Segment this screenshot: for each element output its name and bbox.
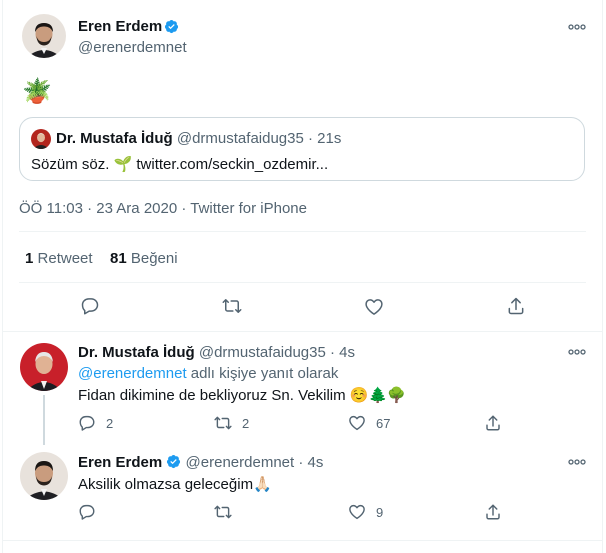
quoted-text: Sözüm söz. 🌱 twitter.com/seckin_ozdemir.…	[31, 155, 328, 173]
tweet-time[interactable]: ÖÖ 11:03	[19, 200, 83, 217]
tweet-meta: ÖÖ 11:03 · 23 Ara 2020 · Twitter for iPh…	[19, 200, 307, 217]
reply-header: Dr. Mustafa İduğ @drmustafaidug35 · 4s	[78, 344, 355, 361]
author-avatar[interactable]	[22, 14, 66, 58]
reply-icon[interactable]	[80, 296, 100, 316]
quoted-author-handle: @drmustafaidug35	[176, 130, 304, 147]
replying-to: @erenerdemnet adlı kişiye yanıt olarak	[78, 365, 338, 382]
quoted-text-body: Sözüm söz.	[31, 156, 114, 173]
tweet-date[interactable]: 23 Ara 2020	[96, 200, 177, 217]
reply-icon[interactable]	[78, 414, 96, 432]
retweet-icon[interactable]	[214, 503, 232, 521]
reply-header: Eren Erdem @erenerdemnet · 4s	[78, 454, 323, 471]
likes-label: Beğeni	[130, 250, 178, 267]
more-options-icon[interactable]	[568, 24, 586, 30]
more-options-icon[interactable]	[568, 459, 586, 465]
retweets-stat[interactable]: 1 Retweet	[25, 250, 93, 267]
divider	[2, 540, 603, 541]
quoted-time: 21s	[317, 130, 342, 147]
reply-emojis: ☺️🌲🌳	[349, 387, 406, 404]
quoted-header: Dr. Mustafa İduğ @drmustafaidug35 · 21s	[56, 130, 341, 147]
quoted-author-avatar	[31, 129, 51, 149]
likes-stat[interactable]: 81 Beğeni	[110, 250, 178, 267]
divider	[19, 282, 586, 283]
retweet-icon[interactable]	[222, 296, 242, 316]
reply-author-name[interactable]: Eren Erdem	[78, 454, 162, 471]
retweet-icon[interactable]	[214, 414, 232, 432]
quoted-author-name: Dr. Mustafa İduğ	[56, 130, 173, 147]
reply-author-avatar[interactable]	[20, 343, 68, 391]
seedling-emoji: 🌱	[113, 156, 133, 173]
reply-time[interactable]: 4s	[339, 344, 355, 361]
reply-author-handle[interactable]: @drmustafaidug35	[199, 344, 326, 361]
verified-badge-icon	[167, 454, 181, 469]
retweets-count: 1	[25, 250, 34, 267]
like-icon[interactable]	[348, 503, 366, 521]
reply-time[interactable]: 4s	[308, 454, 324, 471]
share-icon[interactable]	[484, 503, 502, 521]
quoted-dot: ·	[308, 130, 313, 147]
reply-text: Aksilik olmazsa geleceğim🙏🏻	[78, 475, 272, 493]
likes-count: 81	[110, 250, 127, 267]
reply-emoji: 🙏🏻	[253, 476, 272, 493]
reply-text-body: Fidan dikimine de bekliyoruz Sn. Vekilim	[78, 387, 350, 404]
share-icon[interactable]	[484, 414, 502, 432]
more-options-icon[interactable]	[568, 349, 586, 355]
author-handle[interactable]: @erenerdemnet	[78, 39, 187, 56]
reply-icon[interactable]	[78, 503, 96, 521]
like-icon[interactable]	[348, 414, 366, 432]
divider	[2, 331, 603, 332]
reply-count: 2	[106, 416, 114, 431]
quoted-link: twitter.com/seckin_ozdemir...	[136, 156, 329, 173]
divider	[19, 231, 586, 232]
reply-dot: ·	[298, 454, 304, 471]
share-icon[interactable]	[506, 296, 526, 316]
retweet-count: 2	[242, 416, 250, 431]
like-count: 67	[376, 416, 391, 431]
like-count: 9	[376, 505, 384, 520]
author-name[interactable]: Eren Erdem	[78, 18, 162, 35]
reply-author-handle[interactable]: @erenerdemnet	[186, 454, 295, 471]
like-icon[interactable]	[364, 297, 384, 317]
verified-badge-icon	[164, 19, 179, 34]
reply-dot: ·	[330, 344, 335, 361]
tweet-text-emoji: 🪴	[22, 78, 52, 105]
reply-author-name[interactable]: Dr. Mustafa İduğ	[78, 344, 195, 361]
replying-to-label: adlı kişiye yanıt olarak	[186, 365, 339, 382]
tweet-source[interactable]: Twitter for iPhone	[190, 200, 307, 217]
meta-dot-2: ·	[181, 200, 187, 217]
reply-text-body: Aksilik olmazsa geleceğim	[78, 476, 254, 493]
replying-to-handle[interactable]: @erenerdemnet	[78, 365, 187, 382]
retweets-label: Retweet	[37, 250, 93, 267]
reply-author-avatar[interactable]	[20, 452, 68, 500]
quoted-tweet-card[interactable]: Dr. Mustafa İduğ @drmustafaidug35 · 21s …	[19, 117, 585, 181]
meta-dot-1: ·	[87, 200, 93, 217]
thread-line	[43, 395, 45, 445]
reply-text: Fidan dikimine de bekliyoruz Sn. Vekilim…	[78, 386, 406, 404]
